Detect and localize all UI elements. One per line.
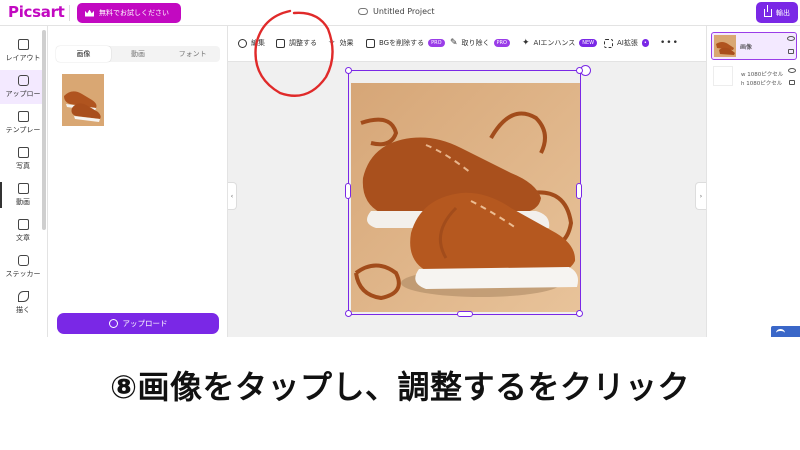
annotation-circle: [254, 9, 334, 97]
top-bar: Picsart 無料でお試しください Untitled Project 輸出: [0, 0, 800, 26]
panel-tabs: 画像 動画 フォント: [56, 46, 220, 62]
edit-icon: [238, 38, 247, 48]
cloud-icon: [358, 8, 368, 15]
rail-item-draw[interactable]: 描く: [0, 286, 46, 320]
upload-label: アップロード: [122, 319, 168, 328]
resize-handle-e[interactable]: [576, 183, 582, 199]
resize-handle-nw[interactable]: [345, 67, 352, 74]
toolbar-remove-object[interactable]: ✎ 取り除く PRO: [450, 38, 510, 48]
crown-icon: [85, 9, 94, 17]
eye-icon[interactable]: [787, 36, 795, 41]
layers-panel: 画像 w 1080ピクセル h 1080ピクセル: [706, 26, 800, 337]
rail-label: 文章: [16, 234, 30, 242]
toolbar-label: BGを削除する: [379, 39, 425, 47]
download-icon: [764, 4, 772, 17]
layer-name: 画像: [740, 44, 753, 51]
lock-icon[interactable]: [789, 80, 795, 85]
info-dot-icon: •: [641, 39, 649, 47]
rail-label: アップロー: [5, 90, 41, 98]
width-label: w 1080ピクセル: [741, 72, 784, 78]
rail-item-video[interactable]: 動画: [0, 178, 46, 212]
divider: [69, 5, 70, 21]
remove-bg-icon: [366, 38, 375, 48]
photo-icon: [17, 147, 29, 158]
upload-panel: 画像 動画 フォント アップロード: [48, 26, 228, 337]
toolbar-label: 取り除く: [461, 39, 490, 47]
rail-item-layout[interactable]: レイアウト: [0, 34, 46, 68]
recaptcha-badge: [771, 326, 800, 337]
resize-handle-se[interactable]: [576, 310, 583, 317]
pro-badge: PRO: [493, 39, 510, 47]
free-trial-button[interactable]: 無料でお試しください: [77, 3, 181, 23]
toolbar-ai-enhance[interactable]: ✦ AIエンハンス NEW: [522, 38, 598, 48]
toolbar-remove-bg[interactable]: BGを削除する PRO: [366, 38, 445, 48]
layer-thumbnail: [714, 35, 736, 57]
rail-item-text[interactable]: 文章: [0, 214, 46, 248]
instruction-caption: ⑧画像をタップし、調整するをクリック: [0, 337, 800, 450]
toolbar-label: 効果: [339, 39, 354, 47]
project-title-area[interactable]: Untitled Project: [358, 7, 435, 16]
tab-fonts[interactable]: フォント: [165, 46, 220, 62]
tab-videos[interactable]: 動画: [111, 46, 166, 62]
height-label: h 1080ピクセル: [741, 81, 783, 87]
layout-icon: [17, 39, 29, 50]
eraser-icon: ✎: [450, 38, 458, 48]
toolbar-ai-expand[interactable]: AI拡張 •: [604, 38, 649, 48]
ai-enhance-icon: ✦: [522, 38, 530, 48]
picsart-logo[interactable]: Picsart: [8, 3, 65, 21]
rail-label: 描く: [16, 306, 30, 314]
resize-handle-w[interactable]: [345, 183, 351, 199]
project-title: Untitled Project: [373, 7, 435, 16]
rail-item-upload[interactable]: アップロー: [0, 70, 46, 104]
collapse-right-panel-button[interactable]: ›: [695, 182, 706, 210]
rail-item-stickers[interactable]: ステッカー: [0, 250, 46, 284]
resize-handle-sw[interactable]: [345, 310, 352, 317]
tab-images[interactable]: 画像: [56, 46, 111, 62]
brush-icon: [17, 291, 29, 302]
new-badge: NEW: [579, 39, 598, 47]
uploaded-image-thumbnail[interactable]: [62, 74, 104, 126]
rail-scrollbar[interactable]: [42, 30, 46, 230]
template-icon: [17, 111, 29, 122]
resize-handle-s[interactable]: [457, 311, 473, 317]
toolbar-label: AI拡張: [617, 39, 638, 47]
sticker-icon: [17, 255, 29, 266]
tool-rail: レイアウト アップロー テンプレー 写真 動画 文章 ステッカー 描く: [0, 26, 48, 337]
layer-item-image[interactable]: 画像: [711, 32, 797, 60]
upload-cloud-icon: [108, 319, 118, 328]
resize-handle-ne[interactable]: [576, 67, 583, 74]
active-indicator: [0, 182, 2, 208]
rail-label: テンプレー: [5, 126, 41, 134]
text-icon: [17, 219, 29, 230]
pro-badge: PRO: [428, 39, 445, 47]
export-label: 輸出: [776, 8, 790, 17]
lock-icon[interactable]: [788, 49, 794, 54]
rail-label: 写真: [16, 162, 30, 170]
background-layer-thumbnail[interactable]: [713, 66, 733, 86]
ai-expand-icon: [604, 38, 613, 48]
collapse-left-panel-button[interactable]: ‹: [228, 182, 237, 210]
selection-box[interactable]: [345, 65, 591, 317]
export-button[interactable]: 輸出: [756, 2, 798, 23]
rail-label: 動画: [16, 198, 30, 206]
rail-label: レイアウト: [5, 54, 41, 62]
rail-label: ステッカー: [5, 270, 41, 278]
toolbar-label: AIエンハンス: [533, 39, 576, 47]
rail-item-photos[interactable]: 写真: [0, 142, 46, 176]
free-trial-label: 無料でお試しください: [99, 9, 169, 17]
upload-icon: [17, 75, 29, 86]
picsart-editor: Picsart 無料でお試しください Untitled Project 輸出 レ…: [0, 0, 800, 337]
more-options-button[interactable]: •••: [660, 38, 679, 48]
upload-button[interactable]: アップロード: [57, 313, 219, 334]
video-icon: [17, 183, 29, 194]
eye-icon[interactable]: [788, 68, 796, 73]
rail-item-templates[interactable]: テンプレー: [0, 106, 46, 140]
